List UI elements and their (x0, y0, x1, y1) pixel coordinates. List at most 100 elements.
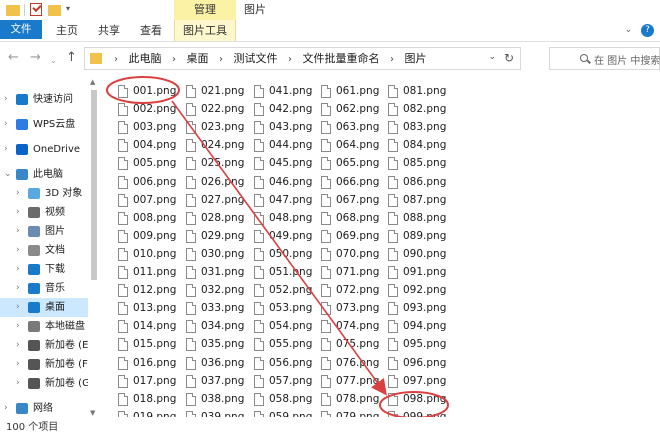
chevron-right-icon[interactable]: › (4, 90, 8, 109)
file-item[interactable]: 053.png (254, 299, 324, 318)
sidebar-scrollbar[interactable]: ▲ ▼ (90, 78, 98, 417)
file-item[interactable]: 038.png (186, 390, 256, 409)
file-item[interactable]: 012.png (118, 281, 188, 300)
chevron-right-icon[interactable]: › (16, 317, 20, 336)
chevron-right-icon[interactable]: › (16, 241, 20, 260)
chevron-right-icon[interactable]: › (16, 374, 20, 393)
tab-view[interactable]: 查看 (136, 20, 166, 41)
file-item[interactable]: 009.png (118, 227, 188, 246)
file-item[interactable]: 087.png (388, 191, 458, 210)
file-item[interactable]: 017.png (118, 372, 188, 391)
sidebar-item[interactable]: › 本地磁盘 ( (0, 317, 88, 336)
chevron-right-icon[interactable]: › (114, 54, 118, 65)
file-item[interactable]: 088.png (388, 209, 458, 228)
file-item[interactable]: 018.png (118, 390, 188, 409)
file-item[interactable]: 085.png (388, 154, 458, 173)
file-item[interactable]: 028.png (186, 209, 256, 228)
breadcrumb-item[interactable]: 图片 (405, 52, 427, 65)
file-item[interactable]: 045.png (254, 154, 324, 173)
file-item[interactable]: 083.png (388, 118, 458, 137)
file-item[interactable]: 093.png (388, 299, 458, 318)
breadcrumb-item[interactable]: 桌面 (187, 52, 209, 65)
chevron-right-icon[interactable]: › (16, 222, 20, 241)
file-item[interactable]: 054.png (254, 317, 324, 336)
file-item[interactable]: 084.png (388, 136, 458, 155)
file-item[interactable]: 051.png (254, 263, 324, 282)
sidebar-item[interactable]: › WPS云盘 (0, 115, 88, 134)
file-item[interactable]: 034.png (186, 317, 256, 336)
file-item[interactable]: 069.png (321, 227, 391, 246)
file-item[interactable]: 008.png (118, 209, 188, 228)
file-item[interactable]: 064.png (321, 136, 391, 155)
chevron-right-icon[interactable]: › (16, 279, 20, 298)
file-item[interactable]: 076.png (321, 354, 391, 373)
tab-file[interactable]: 文件 (0, 20, 42, 39)
sidebar-item[interactable]: › 新加卷 (F:) (0, 355, 88, 374)
expand-ribbon-icon[interactable]: ⌄ (625, 25, 633, 35)
help-icon[interactable]: ? (641, 24, 654, 37)
file-item[interactable]: 030.png (186, 245, 256, 264)
chevron-right-icon[interactable]: › (16, 298, 20, 317)
file-item[interactable]: 001.png (118, 82, 188, 101)
file-item[interactable]: 014.png (118, 317, 188, 336)
file-item[interactable]: 029.png (186, 227, 256, 246)
tab-share[interactable]: 共享 (94, 20, 124, 41)
file-item[interactable]: 015.png (118, 335, 188, 354)
file-item[interactable]: 097.png (388, 372, 458, 391)
file-item[interactable]: 013.png (118, 299, 188, 318)
refresh-icon[interactable]: ↻ (504, 51, 514, 65)
file-item[interactable]: 010.png (118, 245, 188, 264)
file-item[interactable]: 082.png (388, 100, 458, 119)
file-item[interactable]: 077.png (321, 372, 391, 391)
sidebar-item[interactable]: › 网络 (0, 399, 88, 417)
file-item[interactable]: 073.png (321, 299, 391, 318)
file-item[interactable]: 057.png (254, 372, 324, 391)
sidebar-item[interactable]: › 新加卷 (G: (0, 374, 88, 393)
chevron-right-icon[interactable]: › (16, 336, 20, 355)
scrollbar-thumb[interactable] (91, 90, 97, 280)
file-item[interactable]: 098.png (388, 390, 458, 409)
chevron-right-icon[interactable]: › (390, 54, 394, 65)
address-bar[interactable]: › 此电脑 › 桌面 › 测试文件 › 文件批量重命名 › 图片 ⌄ ↻ (84, 47, 521, 70)
file-item[interactable]: 043.png (254, 118, 324, 137)
file-item[interactable]: 058.png (254, 390, 324, 409)
sidebar-item[interactable]: › 桌面 (0, 298, 88, 317)
file-item[interactable]: 032.png (186, 281, 256, 300)
file-item[interactable]: 007.png (118, 191, 188, 210)
file-item[interactable]: 091.png (388, 263, 458, 282)
sidebar-item[interactable]: ⌄ 此电脑 (0, 165, 88, 184)
chevron-right-icon[interactable]: › (16, 260, 20, 279)
file-item[interactable]: 041.png (254, 82, 324, 101)
new-folder-icon[interactable] (48, 5, 61, 16)
file-item[interactable]: 068.png (321, 209, 391, 228)
chevron-right-icon[interactable]: › (16, 184, 20, 203)
file-item[interactable]: 011.png (118, 263, 188, 282)
file-item[interactable]: 052.png (254, 281, 324, 300)
chevron-right-icon[interactable]: › (4, 399, 8, 417)
file-item[interactable]: 090.png (388, 245, 458, 264)
file-item[interactable]: 061.png (321, 82, 391, 101)
chevron-right-icon[interactable]: › (4, 140, 8, 159)
file-item[interactable]: 026.png (186, 173, 256, 192)
chevron-right-icon[interactable]: › (172, 54, 176, 65)
sidebar-item[interactable]: › 图片 (0, 222, 88, 241)
file-item[interactable]: 037.png (186, 372, 256, 391)
file-item[interactable]: 042.png (254, 100, 324, 119)
file-item[interactable]: 035.png (186, 335, 256, 354)
sidebar-item[interactable]: › 视频 (0, 203, 88, 222)
search-input[interactable]: 在 图片 中搜索 (549, 47, 660, 70)
file-item[interactable]: 006.png (118, 173, 188, 192)
sidebar-item[interactable]: › OneDrive (0, 140, 88, 159)
file-item[interactable]: 022.png (186, 100, 256, 119)
file-item[interactable]: 071.png (321, 263, 391, 282)
file-item[interactable]: 025.png (186, 154, 256, 173)
file-item[interactable]: 049.png (254, 227, 324, 246)
file-item[interactable]: 044.png (254, 136, 324, 155)
chevron-right-icon[interactable]: › (219, 54, 223, 65)
file-item[interactable]: 075.png (321, 335, 391, 354)
file-item[interactable]: 094.png (388, 317, 458, 336)
file-item[interactable]: 070.png (321, 245, 391, 264)
file-item[interactable]: 031.png (186, 263, 256, 282)
scroll-down-icon[interactable]: ▼ (90, 409, 95, 417)
file-item[interactable]: 046.png (254, 173, 324, 192)
